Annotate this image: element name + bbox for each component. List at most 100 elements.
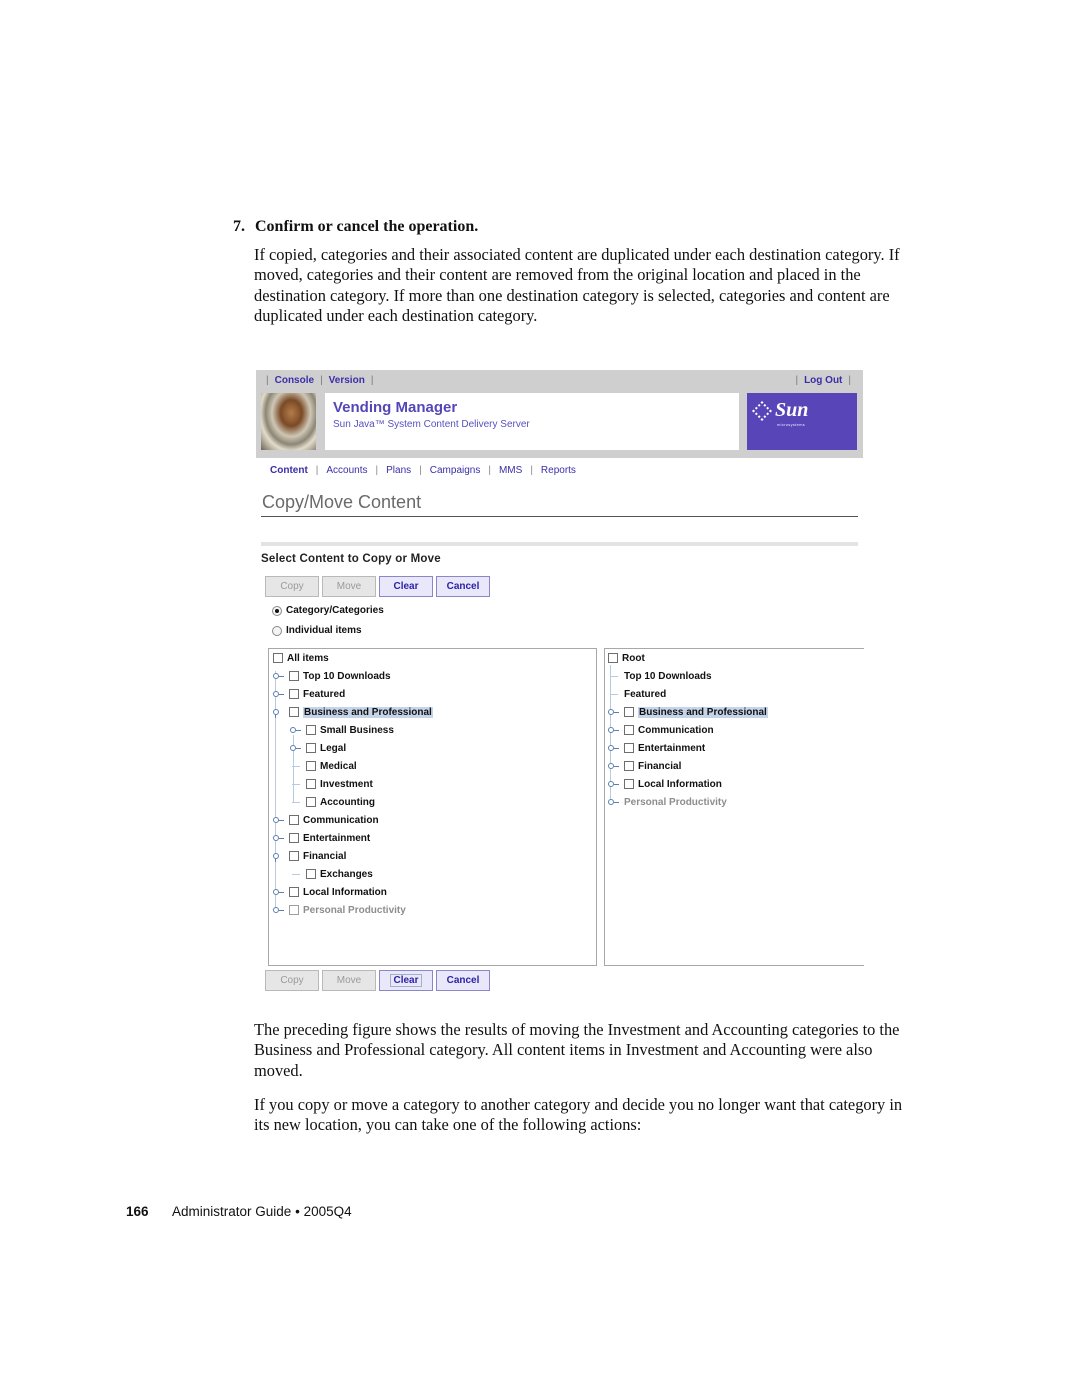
tree-node[interactable]: Local Information	[608, 777, 722, 791]
collapse-handle-icon[interactable]	[273, 851, 283, 862]
footer-bullet: •	[295, 1204, 300, 1219]
tree-node[interactable]: Small Business	[290, 723, 394, 737]
tree-node[interactable]: Financial	[273, 849, 346, 863]
checkbox[interactable]	[624, 725, 634, 735]
version-link[interactable]: Version	[329, 375, 365, 386]
nav-accounts[interactable]: Accounts	[326, 465, 367, 476]
radio-button-checked[interactable]	[272, 605, 282, 616]
radio-individual-items[interactable]: Individual items	[272, 625, 362, 636]
move-button[interactable]: Move	[322, 970, 376, 991]
expand-handle-icon[interactable]	[608, 779, 619, 789]
expand-handle-icon[interactable]	[608, 797, 619, 807]
console-link[interactable]: Console	[275, 375, 314, 386]
tree-node[interactable]: Featured	[608, 687, 666, 701]
tree-node[interactable]: Featured	[273, 687, 345, 701]
separator: |	[320, 375, 323, 386]
expand-handle-icon[interactable]	[290, 725, 301, 735]
expand-handle-icon[interactable]	[608, 725, 619, 735]
section-divider	[261, 542, 858, 546]
expand-handle-icon[interactable]	[273, 833, 284, 843]
checkbox[interactable]	[289, 905, 299, 915]
checkbox[interactable]	[624, 761, 634, 771]
checkbox[interactable]	[289, 833, 299, 843]
tree-node-selected[interactable]: Business and Professional	[608, 705, 768, 719]
checkbox[interactable]	[608, 653, 618, 663]
checkbox[interactable]	[624, 707, 634, 717]
checkbox[interactable]	[306, 869, 316, 879]
tree-node[interactable]: Communication	[273, 813, 379, 827]
expand-handle-icon[interactable]	[290, 743, 301, 753]
source-category-tree: All items Top 10 Downloads Featured Busi…	[268, 648, 597, 966]
logout-link[interactable]: Log Out	[804, 375, 842, 386]
tree-node[interactable]: Root	[608, 651, 645, 665]
tree-node[interactable]: Top 10 Downloads	[608, 669, 712, 683]
expand-handle-icon[interactable]	[273, 671, 284, 681]
expand-handle-icon[interactable]	[273, 905, 284, 915]
masthead-links: | Console | Version |	[260, 375, 379, 386]
nav-campaigns[interactable]: Campaigns	[430, 465, 481, 476]
vending-manager-screenshot: | Console | Version | | Log Out | Vendin…	[256, 370, 864, 995]
nav-reports[interactable]: Reports	[541, 465, 576, 476]
checkbox[interactable]	[289, 707, 299, 717]
checkbox[interactable]	[289, 815, 299, 825]
separator: |	[848, 375, 851, 386]
expand-handle-icon[interactable]	[608, 761, 619, 771]
checkbox[interactable]	[289, 689, 299, 699]
tree-node-selected[interactable]: Business and Professional	[273, 705, 433, 719]
tree-node[interactable]: Exchanges	[290, 867, 373, 881]
tree-node[interactable]: Top 10 Downloads	[273, 669, 391, 683]
checkbox[interactable]	[306, 779, 316, 789]
checkbox[interactable]	[273, 653, 283, 663]
checkbox[interactable]	[289, 851, 299, 861]
checkbox[interactable]	[306, 743, 316, 753]
checkbox[interactable]	[289, 887, 299, 897]
tree-node[interactable]: Medical	[290, 759, 357, 773]
checkbox[interactable]	[306, 797, 316, 807]
nav-content[interactable]: Content	[270, 465, 308, 476]
section-title: Select Content to Copy or Move	[261, 553, 441, 565]
move-button[interactable]: Move	[322, 576, 376, 597]
top-button-row: Copy Move Clear Cancel	[265, 576, 490, 597]
step-number: 7.	[233, 218, 245, 235]
tree-node[interactable]: Financial	[608, 759, 681, 773]
tree-node[interactable]: Investment	[290, 777, 373, 791]
nav-plans[interactable]: Plans	[386, 465, 411, 476]
tree-node-disabled[interactable]: Personal Productivity	[608, 795, 727, 809]
expand-handle-icon[interactable]	[273, 887, 284, 897]
radio-button[interactable]	[272, 625, 282, 636]
radio-category[interactable]: Category/Categories	[272, 605, 384, 616]
copy-button[interactable]: Copy	[265, 970, 319, 991]
checkbox[interactable]	[306, 725, 316, 735]
tree-node[interactable]: Legal	[290, 741, 346, 755]
tree-node[interactable]: Communication	[608, 723, 714, 737]
clear-button-label: Clear	[390, 974, 422, 987]
expand-handle-icon[interactable]	[608, 743, 619, 753]
destination-category-tree: Root Top 10 Downloads Featured Business …	[604, 648, 864, 966]
tree-leaf-line	[290, 779, 300, 789]
expand-handle-icon[interactable]	[273, 815, 284, 825]
checkbox[interactable]	[624, 779, 634, 789]
clear-button[interactable]: Clear	[379, 576, 433, 597]
collapse-handle-icon[interactable]	[273, 707, 283, 718]
expand-handle-icon[interactable]	[273, 689, 284, 699]
checkbox[interactable]	[306, 761, 316, 771]
clear-button-focused[interactable]: Clear	[379, 970, 433, 991]
sun-logo: Sun	[752, 399, 808, 422]
footer-title: Administrator Guide • 2005Q4	[172, 1204, 352, 1219]
tree-node[interactable]: Local Information	[273, 885, 387, 899]
tree-node[interactable]: Accounting	[290, 795, 375, 809]
checkbox[interactable]	[624, 743, 634, 753]
step-heading: 7. Confirm or cancel the operation.	[233, 218, 478, 236]
copy-button[interactable]: Copy	[265, 576, 319, 597]
nav-mms[interactable]: MMS	[499, 465, 522, 476]
cancel-button[interactable]: Cancel	[436, 970, 490, 991]
expand-handle-icon[interactable]	[608, 707, 619, 717]
tree-node[interactable]: Entertainment	[608, 741, 705, 755]
cancel-button[interactable]: Cancel	[436, 576, 490, 597]
tree-node[interactable]: All items	[273, 651, 329, 665]
tree-node[interactable]: Entertainment	[273, 831, 370, 845]
separator: |	[370, 375, 374, 386]
checkbox[interactable]	[289, 671, 299, 681]
paragraph-follow-up: If you copy or move a category to anothe…	[254, 1095, 903, 1135]
tree-node-disabled[interactable]: Personal Productivity	[273, 903, 406, 917]
